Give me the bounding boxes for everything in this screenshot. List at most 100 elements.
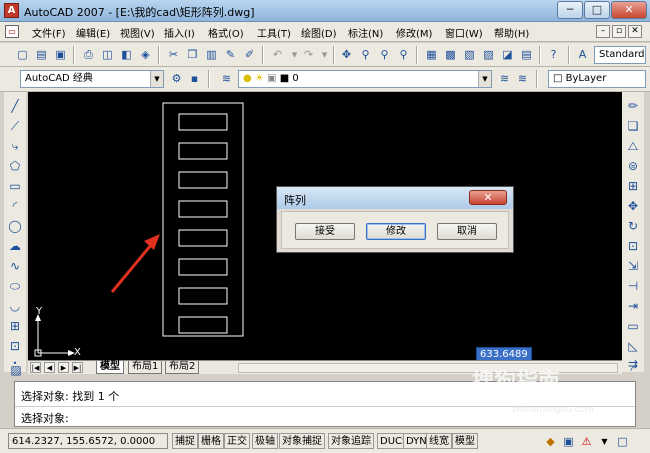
next-tab-icon[interactable]: ▶: [58, 362, 69, 373]
document-icon[interactable]: ▭: [5, 25, 19, 38]
minimize-button[interactable]: ─: [557, 1, 583, 19]
pan-icon[interactable]: ✥: [338, 46, 355, 63]
array-rectangle[interactable]: [178, 113, 228, 131]
redo-icon[interactable]: ↷: [300, 46, 317, 63]
move-icon[interactable]: ✥: [625, 198, 641, 214]
autocad-logo-icon[interactable]: A: [4, 3, 19, 18]
model-toggle[interactable]: 模型: [452, 433, 478, 449]
menu-tools[interactable]: 工具(T): [257, 25, 291, 40]
revision-cloud-icon[interactable]: ☁: [7, 238, 23, 254]
copy-object-icon[interactable]: ❏: [625, 118, 641, 134]
calculator-icon[interactable]: ▤: [518, 46, 535, 63]
lineweight-toggle[interactable]: 线宽: [426, 433, 452, 449]
tab-layout1[interactable]: 布局1: [128, 361, 163, 374]
markup-icon[interactable]: ◪: [499, 46, 516, 63]
offset-icon[interactable]: ⊜: [625, 158, 641, 174]
alert-icon[interactable]: ⚠: [578, 433, 595, 450]
arc-icon[interactable]: ◜: [7, 198, 23, 214]
layer-select[interactable]: ● ☀ ▣ ■ 0 ▼: [238, 70, 492, 88]
trim-icon[interactable]: ⊣: [625, 278, 641, 294]
mdi-close-button[interactable]: ✕: [628, 25, 642, 38]
help-icon[interactable]: ?: [545, 46, 562, 63]
rectangle-icon[interactable]: ▭: [7, 178, 23, 194]
break-icon[interactable]: ▭: [625, 318, 641, 334]
menu-window[interactable]: 窗口(W): [445, 25, 483, 40]
plot-preview-icon[interactable]: ◫: [99, 46, 116, 63]
array-rectangle[interactable]: [178, 287, 228, 305]
workspace-select[interactable]: AutoCAD 经典 ▼: [20, 70, 164, 88]
ellipse-icon[interactable]: ⬭: [7, 278, 23, 294]
mdi-minimize-button[interactable]: –: [596, 25, 610, 38]
text-style-icon[interactable]: A: [574, 46, 591, 63]
menu-format[interactable]: 格式(O): [208, 25, 244, 40]
redo-dropdown-icon[interactable]: ▾: [316, 46, 333, 63]
design-center-icon[interactable]: ▩: [442, 46, 459, 63]
osnap-toggle[interactable]: 对象捕捉: [279, 433, 325, 449]
zoom-window-icon[interactable]: ⚲: [376, 46, 393, 63]
save-workspace-icon[interactable]: ▪: [186, 70, 203, 87]
tool-palettes-icon[interactable]: ▧: [461, 46, 478, 63]
save-icon[interactable]: ▣: [52, 46, 69, 63]
dialog-close-button[interactable]: ✕: [469, 190, 507, 205]
ortho-toggle[interactable]: 正交: [224, 433, 250, 449]
color-control-select[interactable]: □ ByLayer: [548, 70, 646, 88]
make-layer-current-icon[interactable]: ≋: [496, 70, 513, 87]
tab-layout2[interactable]: 布局2: [165, 361, 200, 374]
block-editor-icon[interactable]: ✐: [241, 46, 258, 63]
array-rectangle[interactable]: [178, 316, 228, 334]
construction-line-icon[interactable]: ⟋: [7, 118, 23, 134]
modify-button[interactable]: 修改: [366, 223, 426, 240]
menu-file[interactable]: 文件(F): [32, 25, 66, 40]
print-icon[interactable]: ⎙: [80, 46, 97, 63]
accept-button[interactable]: 接受: [295, 223, 355, 240]
menu-draw[interactable]: 绘图(D): [301, 25, 337, 40]
new-file-icon[interactable]: ▢: [14, 46, 31, 63]
sheet-set-icon[interactable]: ▨: [480, 46, 497, 63]
erase-icon[interactable]: ✏: [625, 98, 641, 114]
maximize-button[interactable]: □: [584, 1, 610, 19]
insert-block-icon[interactable]: ⊞: [7, 318, 23, 334]
last-tab-icon[interactable]: ▶|: [72, 362, 83, 373]
grid-toggle[interactable]: 栅格: [198, 433, 224, 449]
zoom-realtime-icon[interactable]: ⚲: [357, 46, 374, 63]
dialog-title-bar[interactable]: 阵列 ✕: [277, 187, 513, 209]
circle-icon[interactable]: ◯: [7, 218, 23, 234]
array-rectangle[interactable]: [178, 142, 228, 160]
3d-dwf-icon[interactable]: ◈: [137, 46, 154, 63]
hatch-icon[interactable]: ▨: [8, 362, 24, 378]
otrack-toggle[interactable]: 对象追踪: [328, 433, 374, 449]
scale-icon[interactable]: ⊡: [625, 238, 641, 254]
workspace-settings-icon[interactable]: ⚙: [168, 70, 185, 87]
close-button[interactable]: ✕: [611, 1, 647, 19]
chevron-down-icon[interactable]: ▼: [596, 433, 613, 450]
paste-icon[interactable]: ▥: [203, 46, 220, 63]
text-style-select[interactable]: Standard: [594, 46, 646, 64]
array-rectangle[interactable]: [178, 258, 228, 276]
properties-icon[interactable]: ▦: [423, 46, 440, 63]
polyline-icon[interactable]: ⤷: [7, 138, 23, 154]
menu-view[interactable]: 视图(V): [120, 25, 155, 40]
communication-icon[interactable]: ◆: [542, 433, 559, 450]
extend-icon[interactable]: ⇥: [625, 298, 641, 314]
coordinates-display[interactable]: 614.2327, 155.6572, 0.0000: [8, 433, 168, 449]
polygon-icon[interactable]: ⬠: [7, 158, 23, 174]
prev-tab-icon[interactable]: ◀: [44, 362, 55, 373]
layer-manager-icon[interactable]: ≋: [218, 70, 235, 87]
array-icon[interactable]: ⊞: [625, 178, 641, 194]
tab-model[interactable]: 模型: [96, 361, 124, 374]
array-rectangle[interactable]: [178, 171, 228, 189]
menu-dimension[interactable]: 标注(N): [348, 25, 383, 40]
spline-icon[interactable]: ∿: [7, 258, 23, 274]
cancel-button[interactable]: 取消: [437, 223, 497, 240]
array-group[interactable]: [178, 113, 228, 334]
rotate-icon[interactable]: ↻: [625, 218, 641, 234]
lock-toolbar-icon[interactable]: ▣: [560, 433, 577, 450]
snap-toggle[interactable]: 捕捉: [172, 433, 198, 449]
layer-previous-icon[interactable]: ≋: [514, 70, 531, 87]
match-properties-icon[interactable]: ✎: [222, 46, 239, 63]
array-rectangle[interactable]: [178, 200, 228, 218]
zoom-previous-icon[interactable]: ⚲: [395, 46, 412, 63]
line-icon[interactable]: ╱: [7, 98, 23, 114]
menu-help[interactable]: 帮助(H): [494, 25, 529, 40]
polar-toggle[interactable]: 极轴: [252, 433, 278, 449]
